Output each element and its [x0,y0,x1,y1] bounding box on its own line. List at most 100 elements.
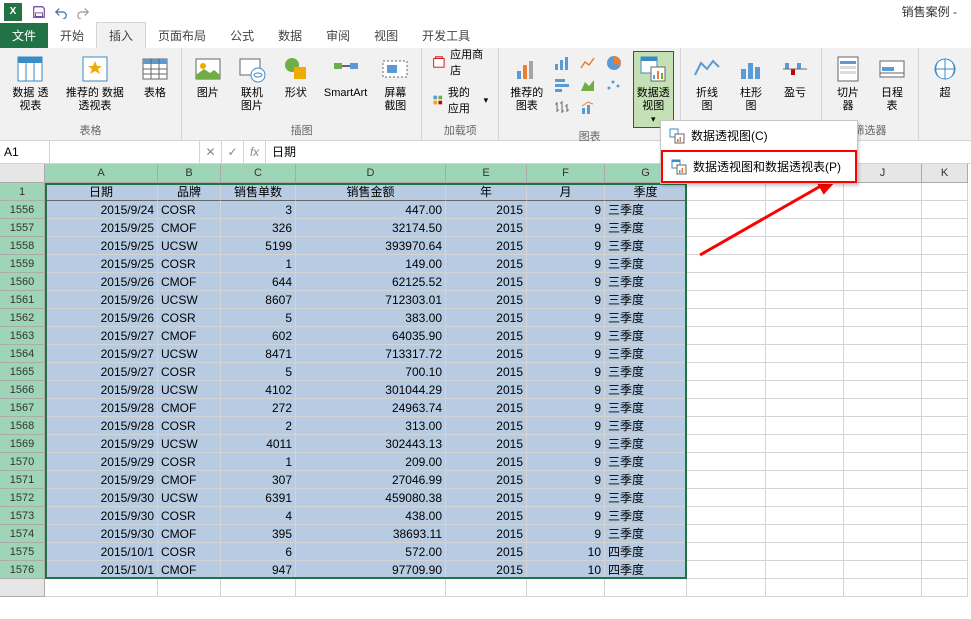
chart-type-scatter[interactable] [605,75,629,95]
row-header[interactable]: 1558 [0,237,45,255]
table-cell[interactable]: 9 [527,453,605,471]
table-cell[interactable]: 9 [527,345,605,363]
table-cell[interactable]: 2015 [446,507,527,525]
table-cell[interactable]: 三季度 [605,345,687,363]
table-cell[interactable]: 9 [527,219,605,237]
table-cell[interactable]: 2015/9/30 [45,507,158,525]
table-cell[interactable]: CMOF [158,471,221,489]
row-header[interactable]: 1567 [0,399,45,417]
row-header[interactable]: 1556 [0,201,45,219]
row-header[interactable]: 1561 [0,291,45,309]
table-cell[interactable]: 2015 [446,291,527,309]
online-pictures-button[interactable]: 联机图片 [232,51,272,115]
table-cell[interactable]: UCSW [158,435,221,453]
tab-start[interactable]: 开始 [48,23,96,48]
tab-data[interactable]: 数据 [266,23,314,48]
table-cell[interactable]: 602 [221,327,296,345]
table-cell[interactable]: 1 [221,453,296,471]
table-cell[interactable]: 2015 [446,309,527,327]
table-cell[interactable]: 302443.13 [296,435,446,453]
table-cell[interactable]: 4102 [221,381,296,399]
table-cell[interactable]: 9 [527,399,605,417]
table-cell[interactable]: 9 [527,471,605,489]
table-cell[interactable]: 2015 [446,219,527,237]
table-cell[interactable]: 32174.50 [296,219,446,237]
column-header[interactable]: B [158,164,221,183]
table-cell[interactable]: 9 [527,255,605,273]
table-cell[interactable]: 62125.52 [296,273,446,291]
table-cell[interactable]: 2015/9/30 [45,489,158,507]
pivot-chart-button[interactable]: 数据透视图▾ [633,51,675,128]
save-button[interactable] [29,2,49,22]
table-cell[interactable]: 9 [527,273,605,291]
table-cell[interactable]: 三季度 [605,381,687,399]
table-cell[interactable]: COSR [158,453,221,471]
table-header-cell[interactable]: 年 [446,183,527,201]
table-cell[interactable]: 2015 [446,327,527,345]
table-cell[interactable]: UCSW [158,489,221,507]
table-cell[interactable]: 6 [221,543,296,561]
table-cell[interactable]: CMOF [158,327,221,345]
table-cell[interactable]: 三季度 [605,273,687,291]
row-header[interactable]: 1566 [0,381,45,399]
table-cell[interactable]: 2015 [446,345,527,363]
table-cell[interactable]: CMOF [158,561,221,579]
table-cell[interactable]: 三季度 [605,471,687,489]
table-cell[interactable]: 307 [221,471,296,489]
table-cell[interactable]: 2015 [446,237,527,255]
redo-button[interactable] [73,2,93,22]
chart-type-combo[interactable] [579,97,603,117]
table-cell[interactable]: 10 [527,561,605,579]
chart-type-hbar[interactable] [553,75,577,95]
table-cell[interactable]: 三季度 [605,489,687,507]
formula-input[interactable] [266,145,971,160]
table-cell[interactable]: 947 [221,561,296,579]
table-cell[interactable]: 38693.11 [296,525,446,543]
column-header[interactable]: A [45,164,158,183]
smartart-button[interactable]: SmartArt [320,51,371,102]
table-cell[interactable]: 149.00 [296,255,446,273]
sparkline-column-button[interactable]: 柱形图 [731,51,771,115]
table-cell[interactable]: 4 [221,507,296,525]
table-cell[interactable]: 438.00 [296,507,446,525]
shapes-button[interactable]: 形状 [276,51,316,102]
column-header[interactable]: K [922,164,968,183]
table-cell[interactable]: 三季度 [605,291,687,309]
table-cell[interactable]: 459080.38 [296,489,446,507]
table-cell[interactable]: 383.00 [296,309,446,327]
pivot-table-button[interactable]: 数据 透视表 [6,51,55,115]
table-cell[interactable]: 四季度 [605,561,687,579]
table-cell[interactable]: 10 [527,543,605,561]
table-cell[interactable]: 2015 [446,543,527,561]
tab-layout[interactable]: 页面布局 [146,23,218,48]
name-box[interactable] [0,141,50,163]
table-cell[interactable]: 27046.99 [296,471,446,489]
table-cell[interactable]: 2015/10/1 [45,561,158,579]
table-cell[interactable]: UCSW [158,237,221,255]
undo-button[interactable] [51,2,71,22]
row-header[interactable]: 1562 [0,309,45,327]
table-cell[interactable]: 5199 [221,237,296,255]
table-cell[interactable]: 三季度 [605,525,687,543]
table-cell[interactable]: 447.00 [296,201,446,219]
table-cell[interactable]: 713317.72 [296,345,446,363]
tab-file[interactable]: 文件 [0,23,48,48]
table-cell[interactable]: 2015/9/28 [45,381,158,399]
table-cell[interactable]: 64035.90 [296,327,446,345]
chart-type-stock[interactable] [553,97,577,117]
table-cell[interactable]: 4011 [221,435,296,453]
table-cell[interactable]: 326 [221,219,296,237]
table-cell[interactable]: 3 [221,201,296,219]
table-cell[interactable]: 2015/9/25 [45,237,158,255]
slicer-button[interactable]: 切片器 [828,51,868,115]
table-cell[interactable]: 2015/9/24 [45,201,158,219]
chart-type-bar[interactable] [553,53,577,73]
table-cell[interactable]: UCSW [158,381,221,399]
table-cell[interactable]: 301044.29 [296,381,446,399]
tab-review[interactable]: 审阅 [314,23,362,48]
table-cell[interactable]: 2015/9/27 [45,327,158,345]
recommended-chart-button[interactable]: 推荐的 图表 [505,51,548,115]
table-cell[interactable]: CMOF [158,399,221,417]
table-cell[interactable]: COSR [158,309,221,327]
accept-formula-icon[interactable]: ✓ [222,141,244,163]
